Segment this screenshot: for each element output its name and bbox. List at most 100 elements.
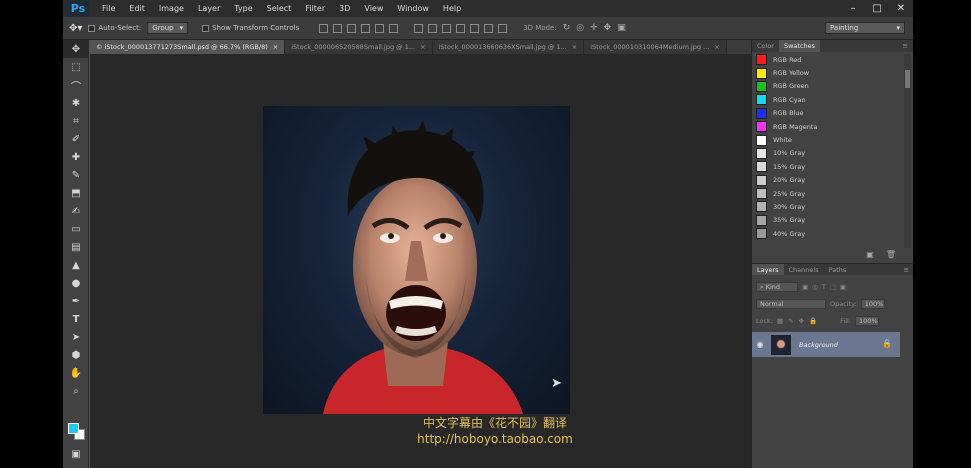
history-brush-tool-icon[interactable]: ✍ [63, 202, 89, 220]
document-photo[interactable] [263, 106, 570, 414]
tab-color[interactable]: Color [752, 40, 779, 52]
menu-filter[interactable]: Filter [298, 0, 332, 17]
hand-tool-icon[interactable]: ✋ [63, 364, 89, 382]
dodge-tool-icon[interactable]: ● [63, 274, 89, 292]
quick-select-tool-icon[interactable]: ✱ [63, 94, 89, 112]
swatch-row[interactable]: 30% Gray [752, 200, 910, 213]
align-vcenter-icon[interactable] [333, 23, 343, 33]
swatch-row[interactable]: 10% Gray [752, 147, 910, 160]
tab-paths[interactable]: Paths [824, 264, 852, 275]
marquee-tool-icon[interactable]: ⬚ [63, 58, 89, 76]
document-tab[interactable]: iStock_000006520588Small.jpg @ 1... × [285, 40, 433, 54]
tab-close-icon[interactable]: × [572, 43, 577, 51]
swatch-row[interactable]: 20% Gray [752, 174, 910, 187]
swatch-row[interactable]: 15% Gray [752, 160, 910, 173]
distribute-bottom-icon[interactable] [442, 23, 452, 33]
distribute-right-icon[interactable] [484, 23, 494, 33]
menu-image[interactable]: Image [152, 0, 191, 17]
menu-3d[interactable]: 3D [332, 0, 357, 17]
minimize-button[interactable]: – [841, 0, 865, 17]
swatch-row[interactable]: RGB Cyan [752, 93, 910, 106]
distribute-hcenter-icon[interactable] [470, 23, 480, 33]
panel-menu-icon[interactable]: ≡ [899, 264, 913, 275]
lock-icons[interactable]: ▦✎✥🔒 [777, 317, 822, 325]
3d-scale-icon[interactable]: ▣ [617, 23, 626, 33]
3d-pan-icon[interactable]: ✛ [590, 23, 598, 33]
distribute-top-icon[interactable] [414, 23, 424, 33]
swatch-row[interactable]: RGB Magenta [752, 120, 910, 133]
menu-type[interactable]: Type [227, 0, 259, 17]
opacity-field[interactable]: 100% [860, 298, 885, 309]
tab-close-icon[interactable]: × [420, 43, 425, 51]
kind-filter-dropdown[interactable]: ⌕ Kind [756, 281, 798, 292]
align-top-icon[interactable] [319, 23, 329, 33]
path-selection-tool-icon[interactable]: ➤ [63, 328, 89, 346]
blend-mode-dropdown[interactable]: Normal [756, 298, 826, 309]
workspace-dropdown[interactable]: Painting ▾ [825, 22, 905, 34]
layer-row-background[interactable]: ◉ Background 🔒 [752, 332, 900, 357]
blur-tool-icon[interactable]: ▲ [63, 256, 89, 274]
scrollbar-thumb[interactable] [905, 70, 910, 88]
document-tab[interactable]: © iStock_000013771273Small.psd @ 66.7% (… [90, 40, 286, 54]
panel-menu-icon[interactable]: ≡ [898, 40, 913, 52]
distribute-vcenter-icon[interactable] [428, 23, 438, 33]
menu-file[interactable]: File [95, 0, 122, 17]
menu-edit[interactable]: Edit [122, 0, 152, 17]
menu-layer[interactable]: Layer [191, 0, 227, 17]
eraser-tool-icon[interactable]: ▭ [63, 220, 89, 238]
eyedropper-tool-icon[interactable]: ✐ [63, 130, 89, 148]
swatch-row[interactable]: RGB Blue [752, 107, 910, 120]
distribute-left-icon[interactable] [456, 23, 466, 33]
tab-close-icon[interactable]: × [273, 43, 278, 51]
move-tool-icon[interactable]: ✥▾ [69, 23, 82, 34]
align-right-icon[interactable] [389, 23, 399, 33]
menu-select[interactable]: Select [260, 0, 299, 17]
gradient-tool-icon[interactable]: ▤ [63, 238, 89, 256]
align-hcenter-icon[interactable] [375, 23, 385, 33]
auto-select-dropdown[interactable]: Group ▾ [147, 22, 189, 34]
tab-close-icon[interactable]: × [714, 43, 719, 51]
document-tab[interactable]: iStock_000013660636XSmall.jpg @ 1... × [432, 40, 585, 54]
foreground-color-swatch[interactable] [68, 423, 79, 434]
zoom-tool-icon[interactable]: ⌕ [63, 382, 89, 400]
lasso-tool-icon[interactable]: ⌒ [63, 76, 89, 94]
delete-swatch-icon[interactable]: 🗑 [886, 250, 896, 262]
auto-select-checkbox[interactable]: Auto-Select: [88, 24, 141, 32]
menu-view[interactable]: View [357, 0, 390, 17]
tab-channels[interactable]: Channels [784, 264, 824, 275]
restore-button[interactable]: □ [865, 0, 889, 17]
swatch-row[interactable]: White [752, 133, 910, 146]
menu-help[interactable]: Help [436, 0, 468, 17]
align-bottom-icon[interactable] [347, 23, 357, 33]
tab-layers[interactable]: Layers [752, 264, 784, 275]
shape-tool-icon[interactable]: ⬢ [63, 346, 89, 364]
close-button[interactable]: ✕ [889, 0, 913, 17]
document-tab[interactable]: iStock_000010310064Medium.jpg ... × [584, 40, 727, 54]
color-swatches[interactable] [68, 423, 86, 441]
menu-window[interactable]: Window [390, 0, 436, 17]
healing-brush-tool-icon[interactable]: ✚ [63, 148, 89, 166]
visibility-eye-icon[interactable]: ◉ [752, 340, 768, 349]
pen-tool-icon[interactable]: ✒ [63, 292, 89, 310]
swatch-row[interactable]: 25% Gray [752, 187, 910, 200]
swatch-row[interactable]: 35% Gray [752, 214, 910, 227]
swatch-row[interactable]: 40% Gray [752, 227, 910, 240]
transform-controls-checkbox[interactable]: Show Transform Controls [202, 24, 299, 32]
swatch-row[interactable]: RGB Red [752, 53, 910, 66]
fill-field[interactable]: 100% [855, 315, 880, 326]
new-swatch-icon[interactable]: ▣ [866, 250, 874, 262]
quick-mask-icon[interactable]: ▣ [63, 445, 89, 463]
3d-rotate-icon[interactable]: ↻ [563, 23, 571, 33]
align-left-icon[interactable] [361, 23, 371, 33]
swatch-row[interactable]: RGB Yellow [752, 66, 910, 79]
crop-tool-icon[interactable]: ⌗ [63, 112, 89, 130]
swatch-row[interactable]: RGB Green [752, 80, 910, 93]
move-tool-icon[interactable]: ✥ [63, 40, 89, 58]
3d-slide-icon[interactable]: ✥ [604, 23, 612, 33]
canvas-area[interactable]: ➤ 中文字幕由《花不园》翻译 http://hoboyo.taobao.com [90, 54, 751, 468]
3d-roll-icon[interactable]: ◎ [576, 23, 584, 33]
brush-tool-icon[interactable]: ✎ [63, 166, 89, 184]
clone-stamp-tool-icon[interactable]: ⬒ [63, 184, 89, 202]
auto-align-icon[interactable] [498, 23, 508, 33]
tab-swatches[interactable]: Swatches [778, 40, 821, 52]
